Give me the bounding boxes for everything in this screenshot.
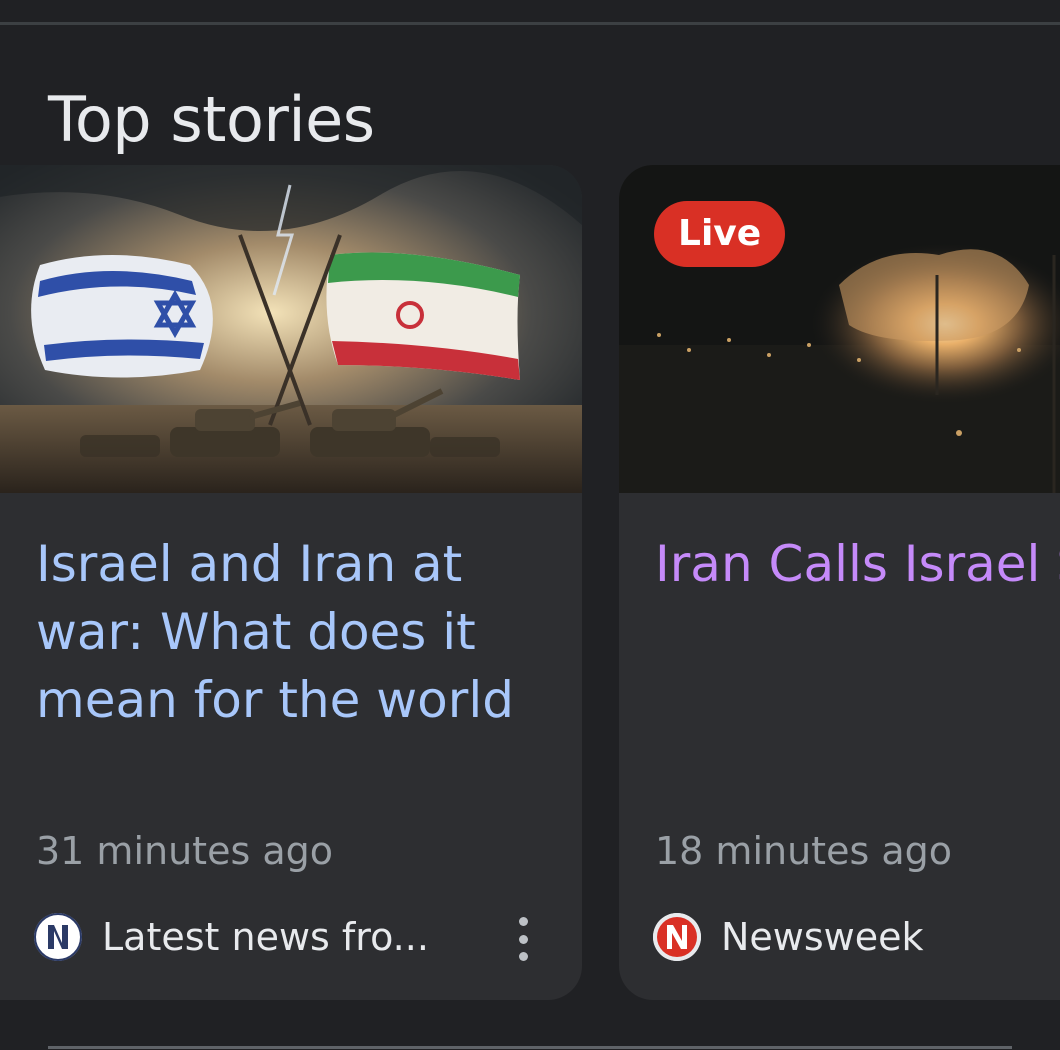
newsweek-logo-icon (653, 913, 701, 961)
story-source[interactable]: Latest news fro... (34, 911, 429, 963)
story-source[interactable]: Newsweek (653, 911, 924, 963)
story-timestamp: 18 minutes ago (655, 829, 952, 873)
live-badge: Live (654, 201, 786, 267)
story-card[interactable]: Israel and Iran at war: What does it mea… (0, 165, 582, 1000)
story-headline-link[interactable]: Israel and Iran at war: What does it mea… (36, 530, 546, 734)
story-timestamp: 31 minutes ago (36, 829, 333, 873)
section-title: Top stories (48, 83, 375, 156)
newspaper-logo-icon (34, 913, 82, 961)
story-thumbnail-flags[interactable] (0, 165, 582, 493)
story-headline-link[interactable]: Iran Calls Israel Strikes 'Declarat of W… (655, 530, 1060, 598)
source-name: Latest news fro... (102, 915, 429, 959)
story-card[interactable]: Live Iran Calls Israel Strikes 'Declarat… (619, 165, 1060, 1000)
story-thumbnail-explosion[interactable]: Live (619, 165, 1060, 493)
top-stories-carousel[interactable]: Israel and Iran at war: What does it mea… (0, 165, 1060, 1000)
bottom-divider (48, 1046, 1012, 1049)
more-vert-icon[interactable] (505, 917, 541, 961)
source-name: Newsweek (721, 915, 924, 959)
top-divider (0, 22, 1060, 25)
